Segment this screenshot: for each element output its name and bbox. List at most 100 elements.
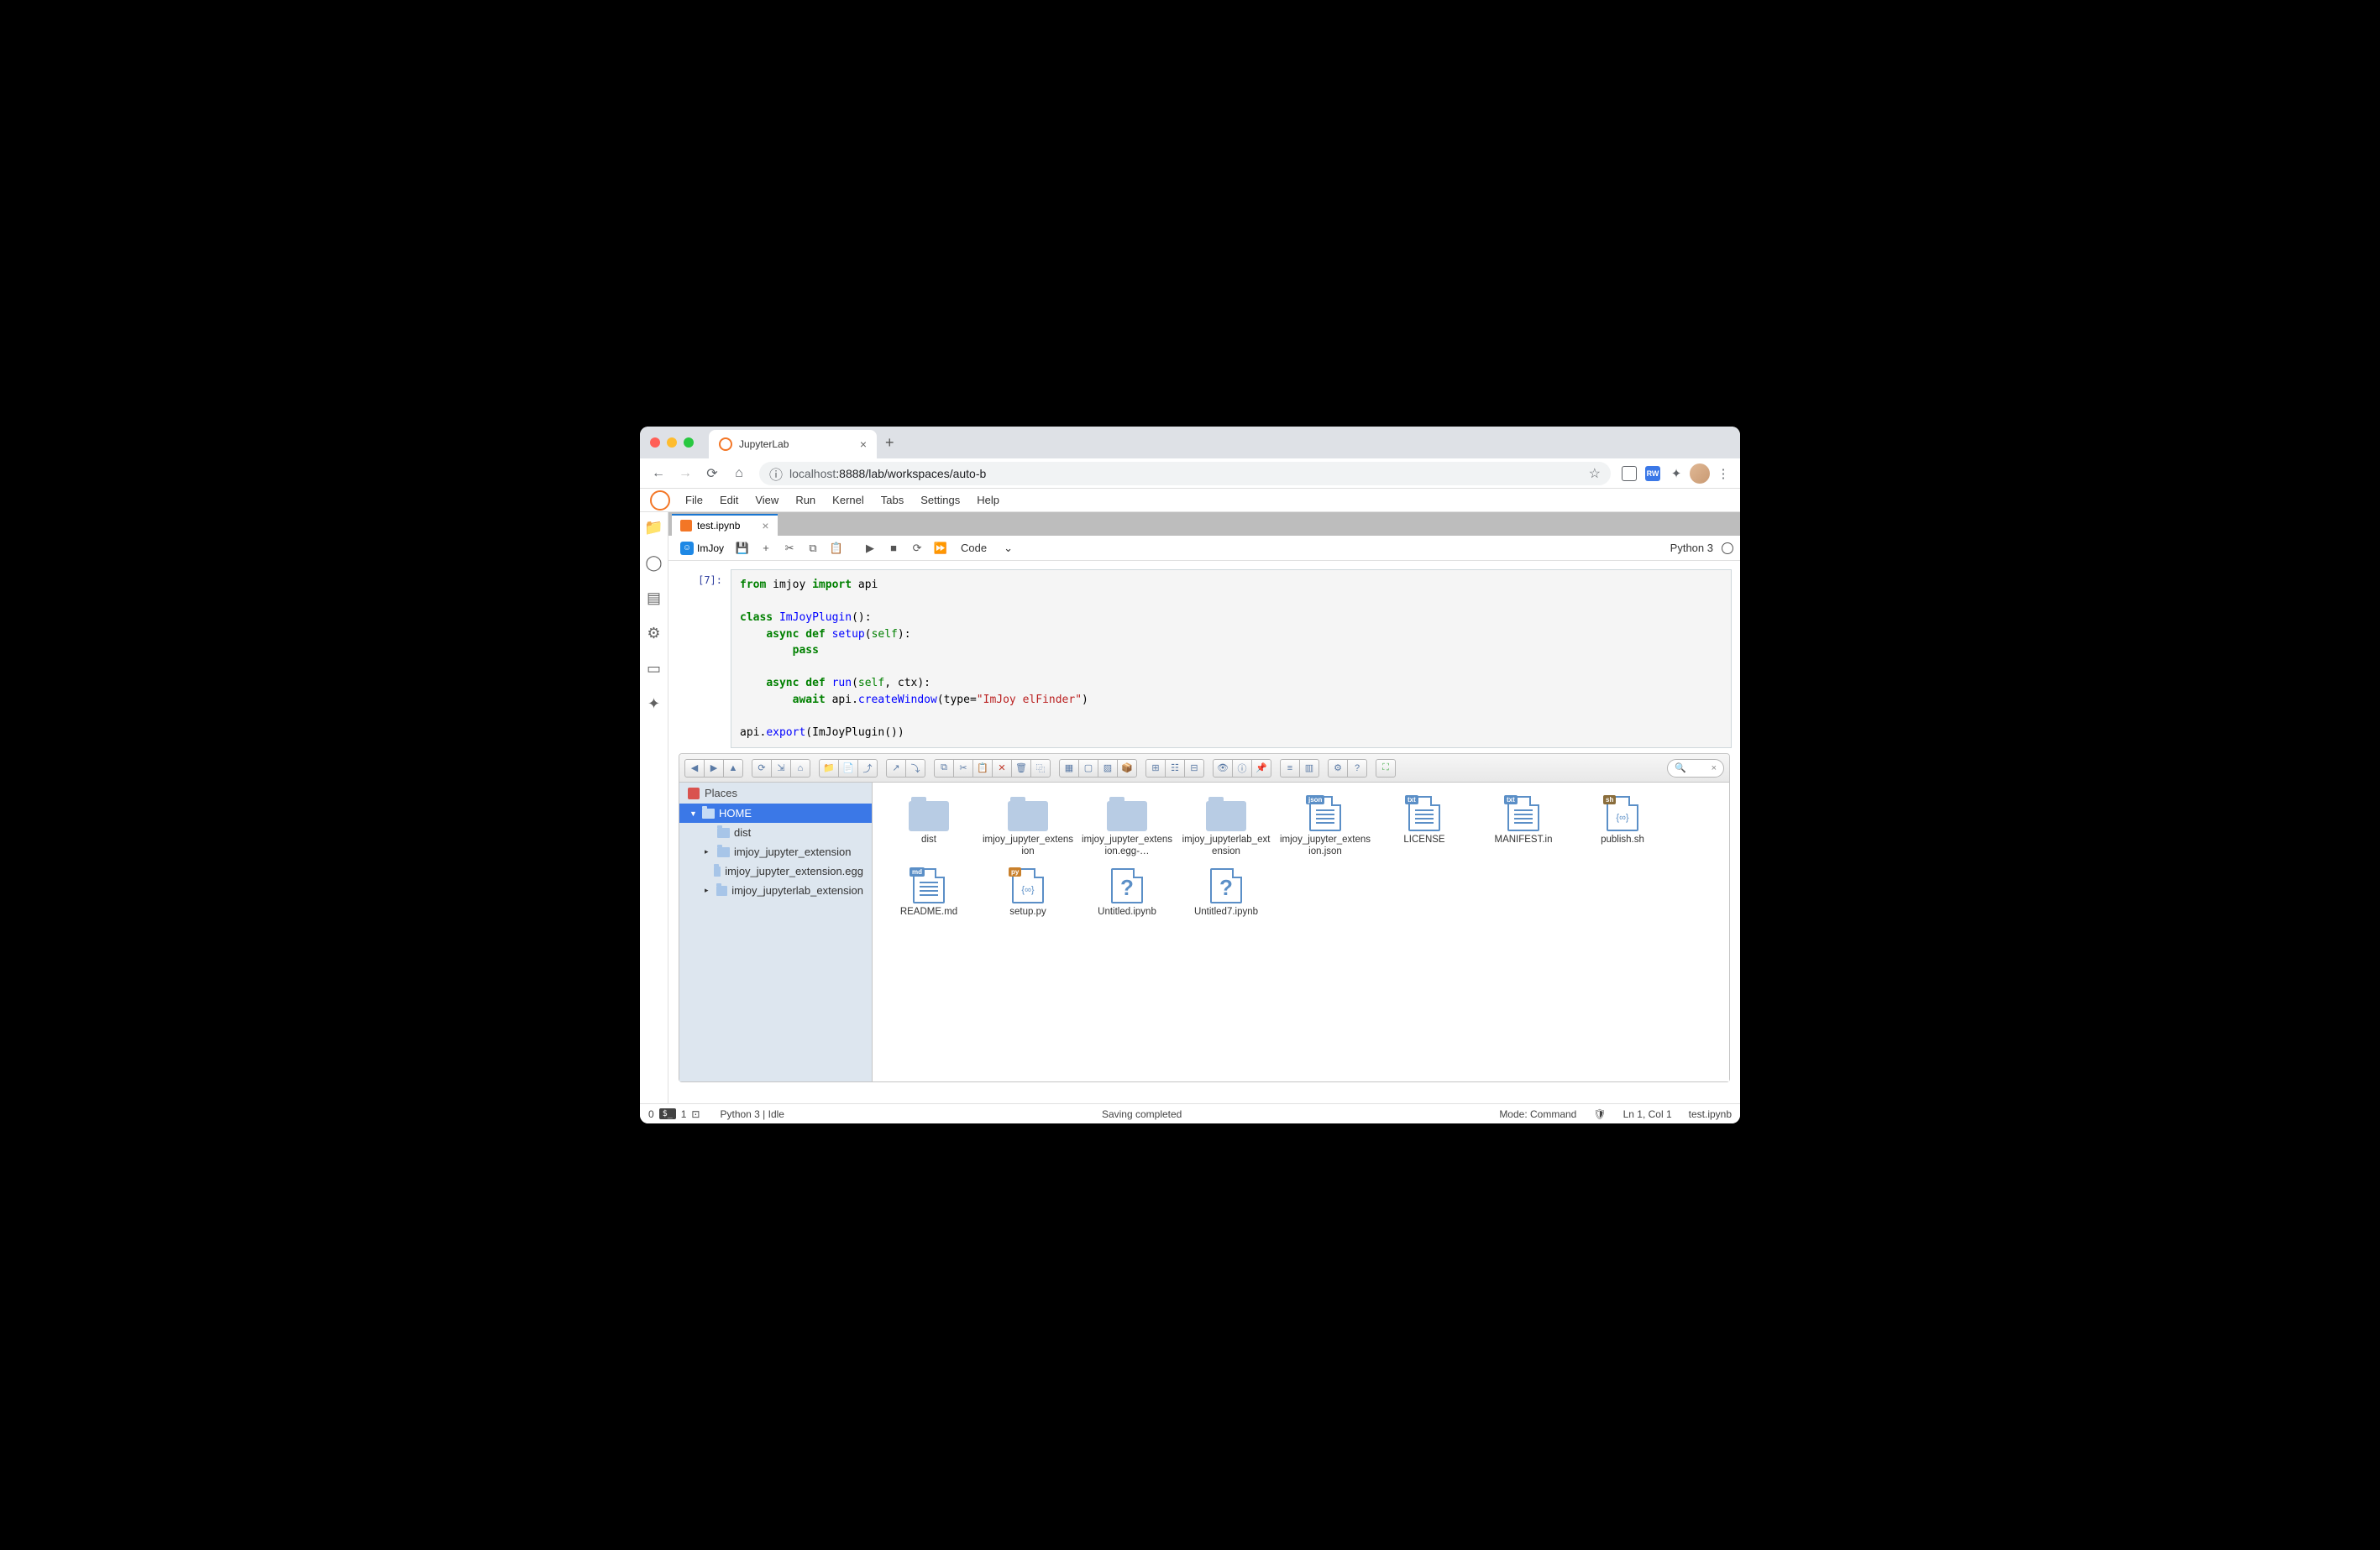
open-icon[interactable]: ↗ xyxy=(886,759,906,778)
kernel-indicator[interactable] xyxy=(1722,542,1733,554)
duplicate-icon[interactable]: ⿻ xyxy=(1030,759,1051,778)
run-button[interactable]: ▶ xyxy=(860,538,880,558)
menu-view[interactable]: View xyxy=(747,494,787,506)
places-icon[interactable]: 📌 xyxy=(1251,759,1271,778)
delete-icon[interactable]: ✕ xyxy=(992,759,1012,778)
forward-button[interactable]: → xyxy=(674,462,697,485)
view-list-icon[interactable]: ☷ xyxy=(1165,759,1185,778)
back-button[interactable]: ← xyxy=(647,462,670,485)
file-item[interactable]: ?Untitled.ipynb xyxy=(1077,865,1177,922)
mode-indicator[interactable]: Mode: Command xyxy=(1499,1108,1576,1120)
paste-icon[interactable]: 📋 xyxy=(972,759,993,778)
file-item[interactable]: imjoy_jupyter_extension xyxy=(978,793,1077,861)
empty-icon[interactable]: 🗑 xyxy=(1011,759,1031,778)
filename-indicator[interactable]: test.ipynb xyxy=(1689,1108,1732,1120)
info-icon[interactable]: ⓘ xyxy=(1232,759,1252,778)
code-input[interactable]: from imjoy import api class ImJoyPlugin(… xyxy=(731,569,1732,748)
elfinder-cwd[interactable]: distimjoy_jupyter_extension imjoy_jupyter… xyxy=(873,783,1729,1081)
maximize-button[interactable] xyxy=(684,437,694,448)
menu-tabs[interactable]: Tabs xyxy=(873,494,912,506)
tree-item[interactable]: ▸imjoy_jupyter_extension xyxy=(679,842,872,861)
run-all-button[interactable]: ⏩ xyxy=(931,538,951,558)
profile-avatar[interactable] xyxy=(1690,463,1710,484)
browser-tab[interactable]: JupyterLab × xyxy=(709,430,877,458)
tree-item[interactable]: ▸imjoy_jupyterlab_extension xyxy=(679,881,872,900)
cell-type-dropdown[interactable]: Code ⌄ xyxy=(954,542,1020,555)
sort-mode-icon[interactable]: ≡ xyxy=(1280,759,1300,778)
forward-icon[interactable]: ▶ xyxy=(704,759,724,778)
mkfile-icon[interactable]: 📄 xyxy=(838,759,858,778)
upload-icon[interactable]: ⤴ xyxy=(857,759,878,778)
document-tab[interactable]: test.ipynb × xyxy=(672,514,778,536)
tab-close-icon[interactable]: × xyxy=(860,437,867,451)
chrome-menu-icon[interactable]: ⋮ xyxy=(1713,463,1733,484)
extensions-icon[interactable]: ✦ xyxy=(1666,463,1686,484)
rw-extension-icon[interactable]: RW xyxy=(1643,463,1663,484)
tree-item[interactable]: ▼HOME xyxy=(679,804,872,823)
commands-icon[interactable]: ▤ xyxy=(646,589,663,606)
cut-icon[interactable]: ✂ xyxy=(953,759,973,778)
imjoy-button[interactable]: ☺ ImJoy xyxy=(675,540,729,557)
places-header[interactable]: Places xyxy=(679,783,872,804)
qr-extension-icon[interactable] xyxy=(1619,463,1639,484)
home-button[interactable]: ⌂ xyxy=(727,462,751,485)
fullscreen-icon[interactable]: ⛶ xyxy=(1376,759,1396,778)
mkdir-icon[interactable]: 📁 xyxy=(819,759,839,778)
file-item[interactable]: dist xyxy=(879,793,978,861)
menu-kernel[interactable]: Kernel xyxy=(824,494,873,506)
home-icon[interactable]: ⌂ xyxy=(790,759,810,778)
notebook-content[interactable]: [7]: from imjoy import api class ImJoyPl… xyxy=(668,561,1740,1103)
tabs-icon[interactable]: ▭ xyxy=(646,660,663,677)
copy-button[interactable]: ⧉ xyxy=(803,538,823,558)
search-close-icon[interactable]: × xyxy=(1712,763,1717,773)
file-item[interactable]: py{∞}setup.py xyxy=(978,865,1077,922)
menu-settings[interactable]: Settings xyxy=(912,494,968,506)
insert-cell-button[interactable]: + xyxy=(756,538,776,558)
file-item[interactable]: sh{∞}publish.sh xyxy=(1573,793,1672,861)
reload-button[interactable]: ⟳ xyxy=(700,462,724,485)
reload-icon[interactable]: ⟳ xyxy=(752,759,772,778)
cut-button[interactable]: ✂ xyxy=(779,538,799,558)
view-icons-icon[interactable]: ⊞ xyxy=(1145,759,1166,778)
paste-button[interactable]: 📋 xyxy=(826,538,847,558)
cursor-position[interactable]: Ln 1, Col 1 xyxy=(1623,1108,1672,1120)
back-icon[interactable]: ◀ xyxy=(684,759,705,778)
tree-item[interactable]: imjoy_jupyter_extension.egg xyxy=(679,861,872,881)
file-item[interactable]: imjoy_jupyterlab_extension xyxy=(1177,793,1276,861)
site-info-icon[interactable]: ⓘ xyxy=(769,463,783,484)
close-tab-icon[interactable]: × xyxy=(762,519,768,532)
settings-icon[interactable]: ⚙ xyxy=(646,625,663,641)
menu-run[interactable]: Run xyxy=(787,494,824,506)
preview-icon[interactable]: 👁 xyxy=(1213,759,1233,778)
kernel-status[interactable]: Python 3 | Idle xyxy=(720,1108,784,1120)
close-button[interactable] xyxy=(650,437,660,448)
trusted-icon[interactable]: 🛡 xyxy=(1593,1108,1606,1120)
file-item[interactable]: jsonimjoy_jupyter_extension.json xyxy=(1276,793,1375,861)
download-icon[interactable]: ⤵ xyxy=(905,759,925,778)
archive-icon[interactable]: 📦 xyxy=(1117,759,1137,778)
stop-button[interactable]: ■ xyxy=(883,538,904,558)
kernel-name[interactable]: Python 3 xyxy=(1670,542,1713,554)
save-button[interactable]: 💾 xyxy=(732,538,752,558)
select-invert-icon[interactable]: ▨ xyxy=(1098,759,1118,778)
help-icon[interactable]: ? xyxy=(1347,759,1367,778)
tree-item[interactable]: dist xyxy=(679,823,872,842)
bookmark-icon[interactable]: ☆ xyxy=(1589,465,1601,482)
menu-edit[interactable]: Edit xyxy=(711,494,747,506)
netmount-icon[interactable]: ⇲ xyxy=(771,759,791,778)
elfinder-search[interactable]: 🔍 × xyxy=(1667,759,1724,778)
file-browser-icon[interactable]: 📁 xyxy=(646,519,663,536)
file-item[interactable]: ?Untitled7.ipynb xyxy=(1177,865,1276,922)
columns-icon[interactable]: ▥ xyxy=(1299,759,1319,778)
prefs-icon[interactable]: ⚙ xyxy=(1328,759,1348,778)
new-tab-button[interactable]: + xyxy=(885,434,894,452)
minimize-button[interactable] xyxy=(667,437,677,448)
view-sort-icon[interactable]: ⊟ xyxy=(1184,759,1204,778)
kernels-count[interactable]: 1 xyxy=(681,1108,687,1120)
code-cell[interactable]: [7]: from imjoy import api class ImJoyPl… xyxy=(677,569,1732,748)
terminals-count[interactable]: 0 xyxy=(648,1108,654,1120)
menu-help[interactable]: Help xyxy=(968,494,1008,506)
select-none-icon[interactable]: ▢ xyxy=(1078,759,1098,778)
file-item[interactable]: mdREADME.md xyxy=(879,865,978,922)
file-item[interactable]: txtMANIFEST.in xyxy=(1474,793,1573,861)
